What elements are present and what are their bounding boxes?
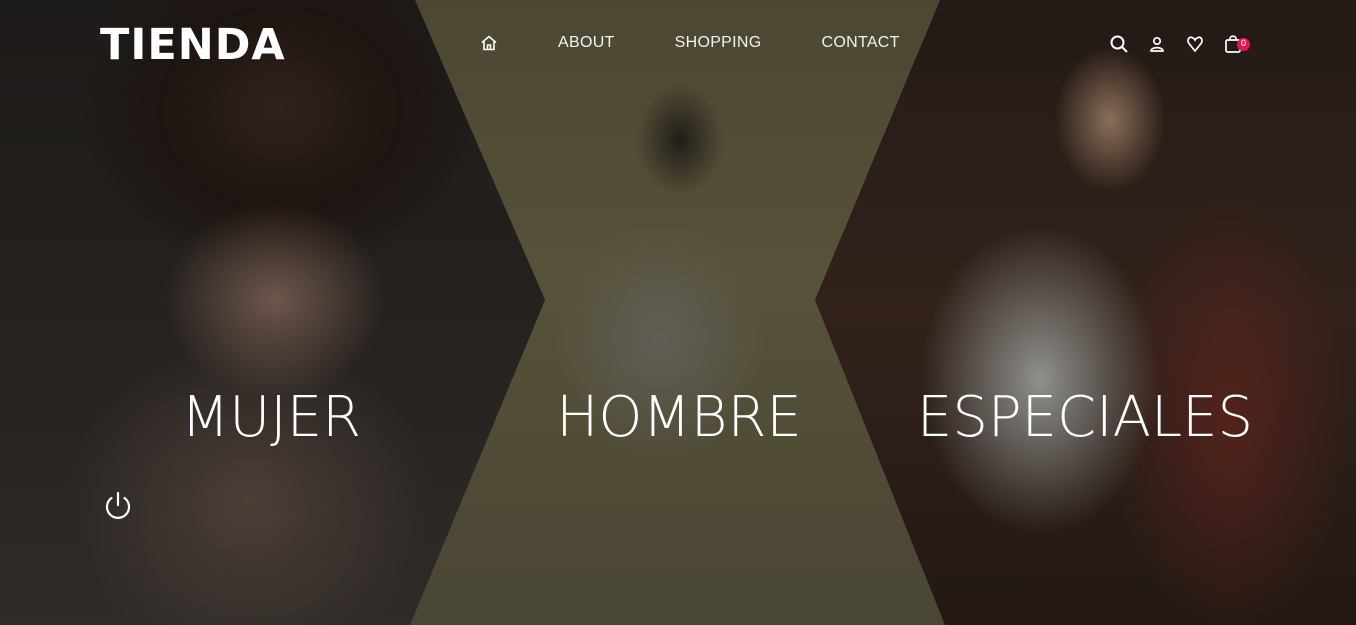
nav-shopping[interactable]: SHOPPING <box>675 34 762 52</box>
category-label-mujer[interactable]: MUJER <box>181 385 361 450</box>
nav-about[interactable]: ABOUT <box>558 34 615 52</box>
nav-contact[interactable]: CONTACT <box>822 34 900 52</box>
bag-icon[interactable]: 0 <box>1222 33 1250 55</box>
search-icon[interactable] <box>1108 33 1130 55</box>
user-icon[interactable] <box>1146 33 1168 55</box>
cart-count-badge: 0 <box>1237 38 1250 51</box>
main-nav: ABOUT SHOPPING CONTACT <box>480 34 900 52</box>
category-label-especiales[interactable]: ESPECIALES <box>917 385 1253 450</box>
home-icon[interactable] <box>480 34 498 52</box>
power-icon[interactable] <box>103 490 133 522</box>
category-label-hombre[interactable]: HOMBRE <box>556 385 801 450</box>
header-tools: 0 <box>1108 33 1250 55</box>
logo[interactable]: TIENDA <box>100 20 286 70</box>
heart-icon[interactable] <box>1184 33 1206 55</box>
